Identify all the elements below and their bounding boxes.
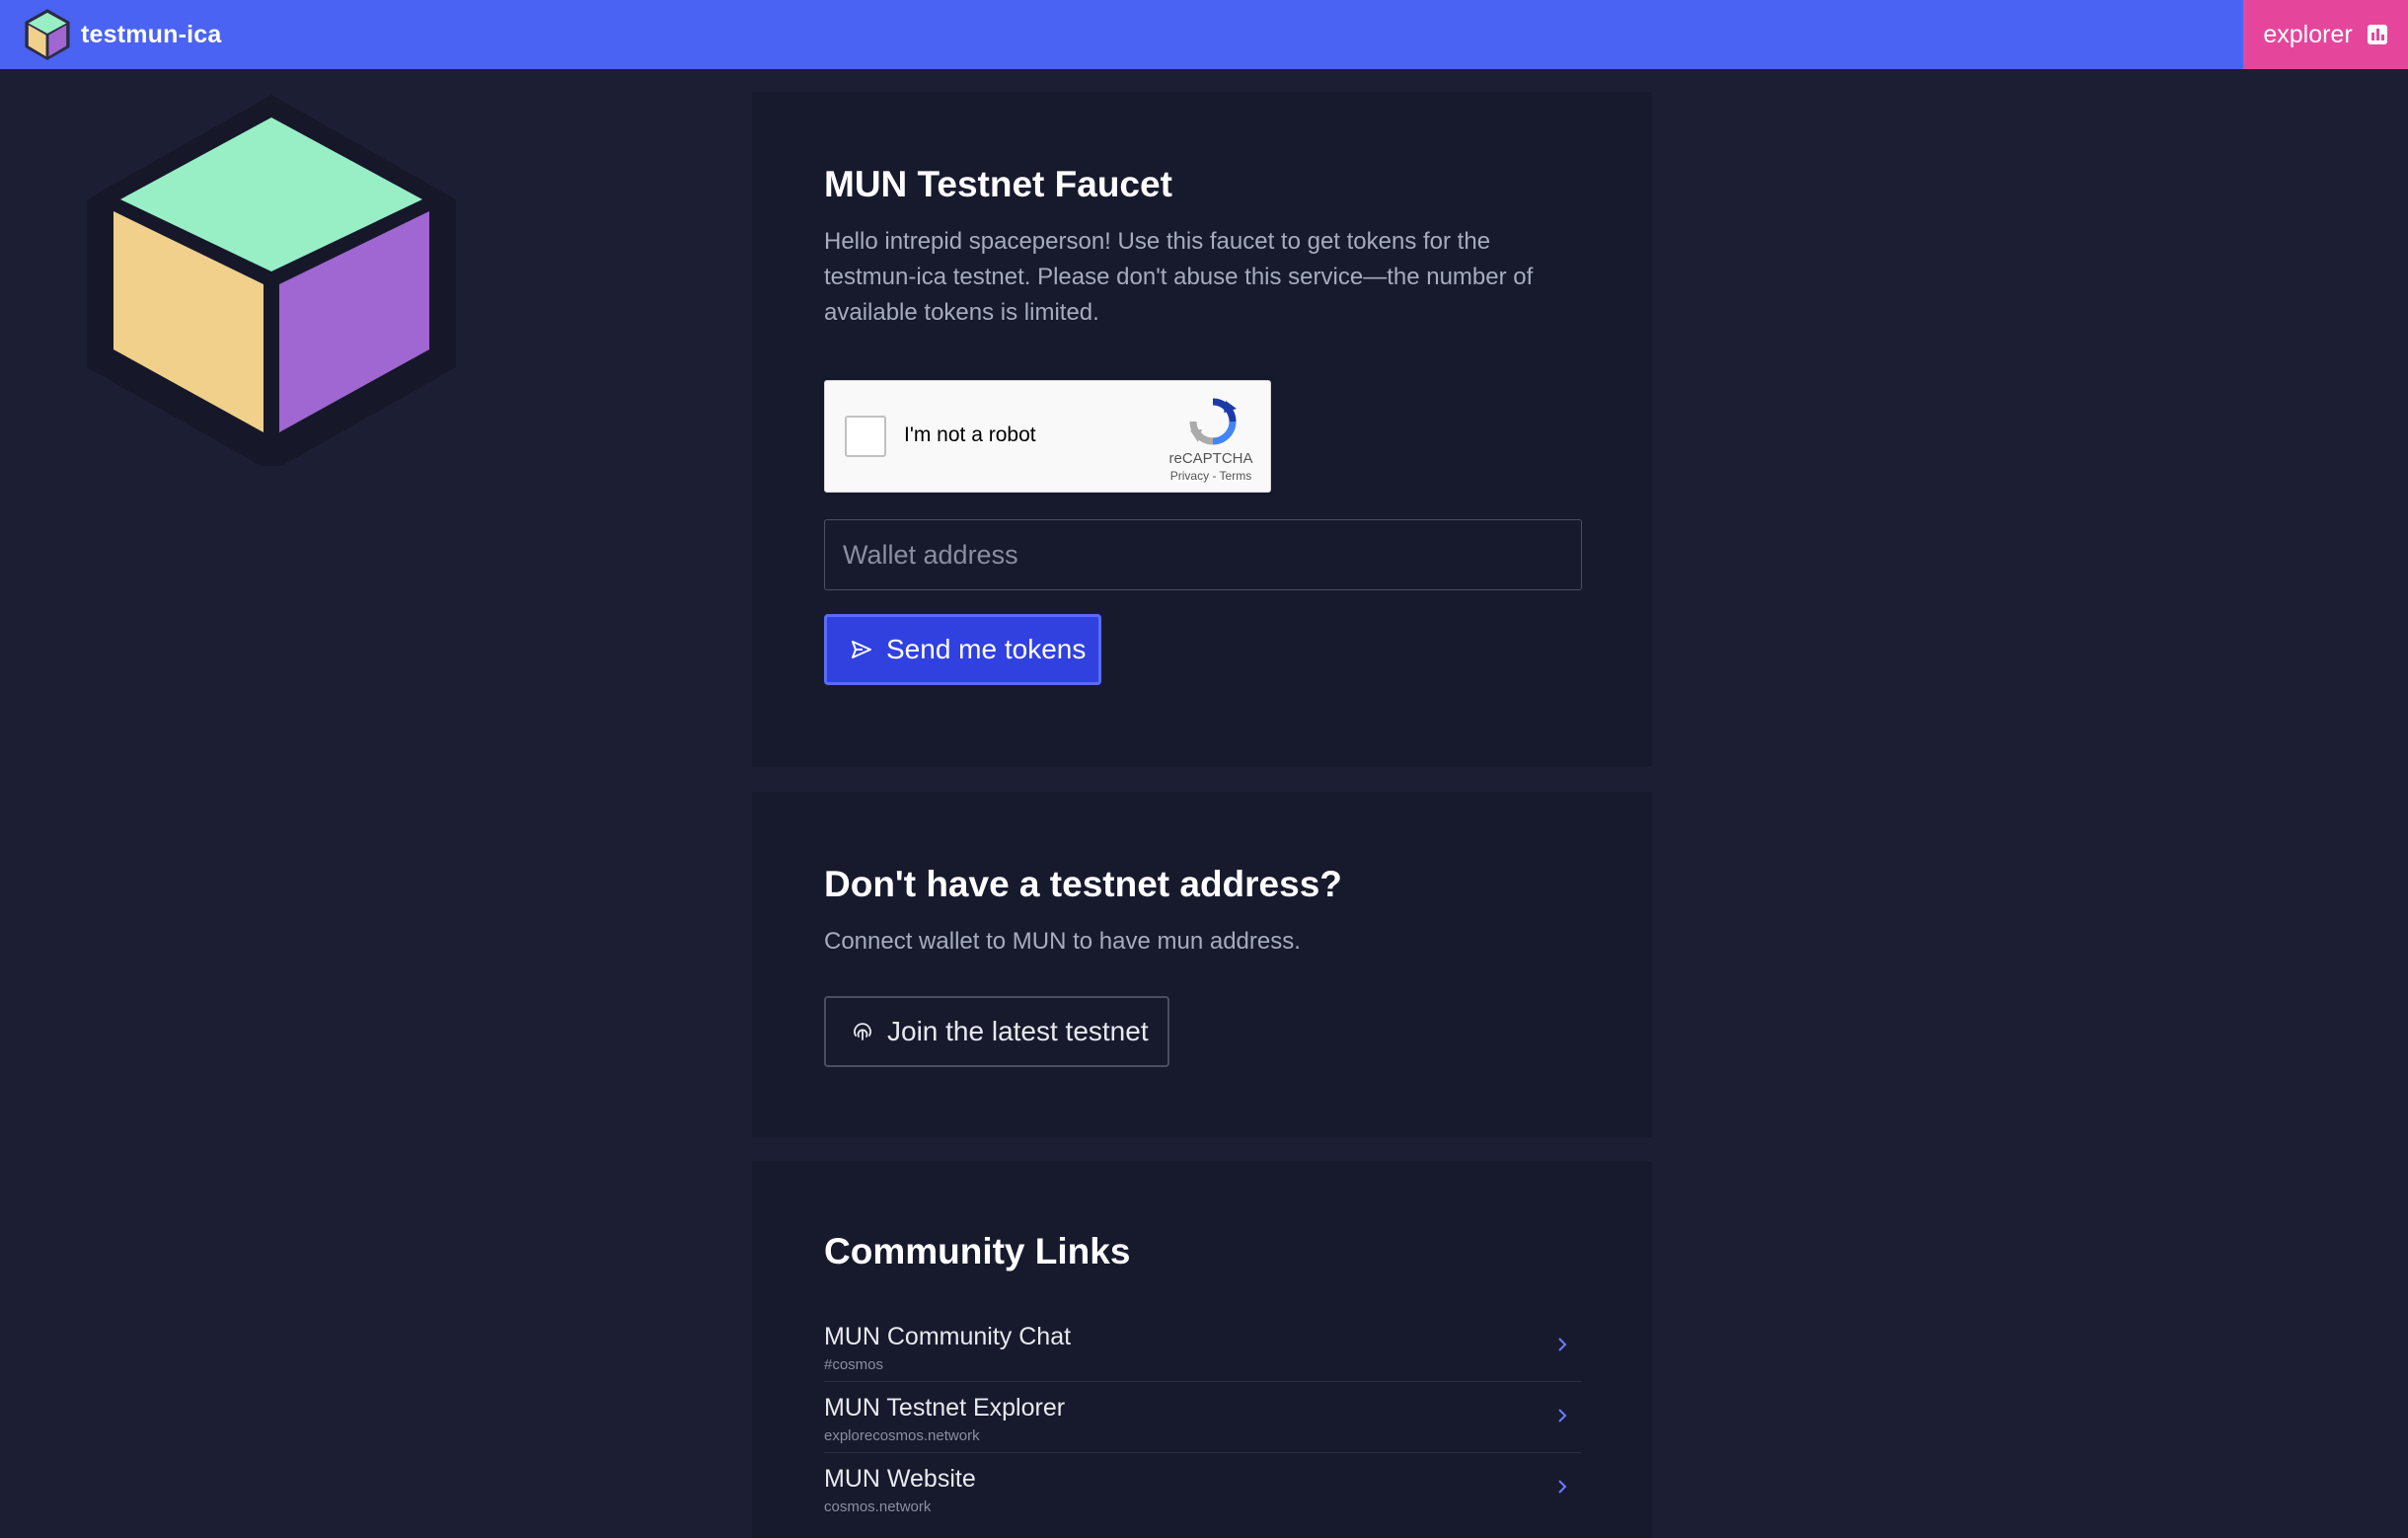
send-tokens-button[interactable]: Send me tokens — [824, 614, 1101, 685]
brand-name: testmun-ica — [81, 20, 222, 48]
cube-icon — [87, 95, 456, 466]
community-title: Community Links — [824, 1231, 1131, 1271]
link-subtitle: explorecosmos.network — [824, 1427, 980, 1444]
recaptcha-widget: I'm not a robot reCAPTCHA Privacy - Term… — [824, 380, 1271, 493]
chevron-right-icon — [1558, 1480, 1567, 1494]
brand[interactable]: testmun-ica — [24, 0, 222, 69]
join-testnet-button[interactable]: Join the latest testnet — [824, 996, 1169, 1067]
link-title: MUN Website — [824, 1465, 976, 1493]
join-testnet-label: Join the latest testnet — [887, 1016, 1149, 1046]
join-title: Don't have a testnet address? — [824, 864, 1342, 904]
wallet-address-input[interactable] — [824, 519, 1582, 590]
community-links-list: MUN Community Chat #cosmos MUN Testnet E… — [824, 1311, 1582, 1524]
link-title: MUN Testnet Explorer — [824, 1394, 1066, 1422]
chevron-right-icon — [1558, 1338, 1567, 1351]
cube-logo-icon — [25, 9, 70, 60]
recaptcha-brand: reCAPTCHA — [1168, 450, 1253, 467]
link-title: MUN Community Chat — [824, 1323, 1072, 1350]
recaptcha-icon — [1189, 398, 1237, 445]
recaptcha-checkbox[interactable] — [845, 416, 886, 457]
faucet-card: MUN Testnet Faucet Hello intrepid spacep… — [752, 92, 1652, 767]
community-link-explorer[interactable]: MUN Testnet Explorer explorecosmos.netwo… — [824, 1382, 1582, 1453]
top-navigation-bar: testmun-ica explorer — [0, 0, 2408, 69]
faucet-title: MUN Testnet Faucet — [824, 164, 1172, 204]
explorer-label: explorer — [2263, 20, 2353, 48]
send-icon — [852, 641, 871, 658]
community-card: Community Links MUN Community Chat #cosm… — [752, 1161, 1652, 1538]
explorer-button[interactable]: explorer — [2243, 0, 2408, 69]
community-link-website[interactable]: MUN Website cosmos.network — [824, 1453, 1582, 1524]
faucet-description: Hello intrepid spaceperson! Use this fau… — [824, 228, 1534, 326]
join-description: Connect wallet to MUN to have mun addres… — [824, 928, 1301, 955]
fingerprint-icon — [854, 1023, 871, 1040]
chevron-right-icon — [1558, 1409, 1567, 1423]
recaptcha-label: I'm not a robot — [904, 423, 1036, 446]
community-link-chat[interactable]: MUN Community Chat #cosmos — [824, 1311, 1582, 1382]
link-subtitle: #cosmos — [824, 1356, 884, 1373]
chart-icon — [2367, 25, 2387, 44]
link-subtitle: cosmos.network — [824, 1499, 932, 1515]
send-tokens-label: Send me tokens — [886, 634, 1087, 664]
recaptcha-privacy-terms[interactable]: Privacy - Terms — [1146, 469, 1276, 483]
join-card: Don't have a testnet address? Connect wa… — [752, 792, 1652, 1137]
